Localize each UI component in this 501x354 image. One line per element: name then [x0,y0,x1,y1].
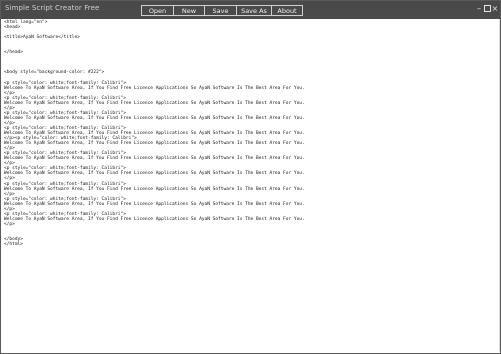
toolbar: Open New Save Save As About [141,5,303,17]
maximize-icon [484,5,491,12]
about-button[interactable]: About [271,5,303,16]
minimize-button[interactable]: – [475,4,483,13]
minimize-icon: – [477,4,481,13]
app-title: Simple Script Creator Free [5,4,100,12]
maximize-button[interactable] [483,4,491,13]
open-button[interactable]: Open [141,5,174,16]
code-line: Welcome To AyaN Software Area, If You Fi… [4,141,305,147]
save-button[interactable]: Save [204,5,237,16]
close-icon: × [491,4,499,13]
save-as-button[interactable]: Save As [236,5,272,16]
code-line: Welcome To AyaN Software Area, If You Fi… [4,201,305,207]
new-button[interactable]: New [173,5,205,16]
code-line: Welcome To AyaN Software Area, If You Fi… [4,186,305,192]
code-line: Welcome To AyaN Software Area, If You Fi… [4,100,305,106]
app-window: Simple Script Creator Free Open New Save… [0,0,501,354]
code-line: Welcome To AyaN Software Area, If You Fi… [4,216,305,222]
code-line: Welcome To AyaN Software Area, If You Fi… [4,115,305,121]
close-button[interactable]: × [491,4,499,13]
code-line: Welcome To AyaN Software Area, If You Fi… [4,85,305,91]
code-editor-content[interactable]: <html lang="en"> <head> <title>AyaN Softwa… [4,20,305,247]
title-bar[interactable]: Simple Script Creator Free Open New Save… [1,1,500,19]
code-line: Welcome To AyaN Software Area, If You Fi… [4,171,305,177]
code-line: </html> [4,242,23,248]
code-editor[interactable]: <html lang="en"> <head> <title>AyaN Softwa… [1,19,500,351]
code-line: Welcome To AyaN Software Area, If You Fi… [4,156,305,162]
